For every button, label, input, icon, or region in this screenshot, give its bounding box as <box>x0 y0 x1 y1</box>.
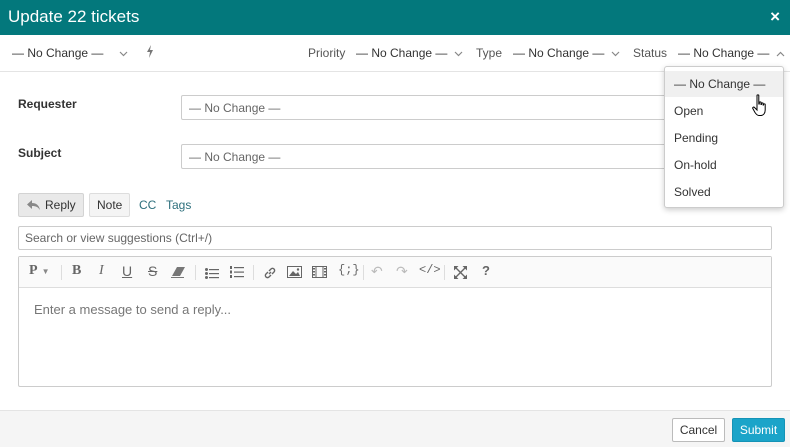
image-icon[interactable] <box>287 266 302 281</box>
tags-link[interactable]: Tags <box>166 198 191 212</box>
toolbar-divider <box>195 265 196 280</box>
hand-pointer-icon <box>752 94 768 121</box>
requester-label: Requester <box>18 97 77 111</box>
status-label: Status <box>633 46 668 60</box>
link-icon[interactable] <box>263 266 277 283</box>
reply-arrow-icon <box>27 200 41 214</box>
toolbar-divider <box>253 265 254 280</box>
chevron-down-icon <box>454 49 463 60</box>
dialog-footer: Cancel Submit <box>0 410 790 447</box>
dialog-header: Update 22 tickets × <box>0 0 790 35</box>
macro-select-value: — No Change — <box>12 46 104 60</box>
reply-editor: P ▼ B I U S {;} ↶ ↷ </> ? Enter a messag… <box>18 256 772 387</box>
cancel-button[interactable]: Cancel <box>672 418 725 442</box>
paragraph-format-button[interactable]: P ▼ <box>29 263 49 279</box>
toolbar-divider <box>363 265 364 280</box>
editor-toolbar: P ▼ B I U S {;} ↶ ↷ </> ? <box>19 257 771 288</box>
bold-icon[interactable]: B <box>72 263 81 279</box>
lightning-icon[interactable] <box>146 45 154 61</box>
underline-icon[interactable]: U <box>122 263 132 279</box>
note-button[interactable]: Note <box>89 193 130 217</box>
source-code-icon[interactable]: </> <box>419 263 441 277</box>
status-option-pending[interactable]: Pending <box>665 125 783 151</box>
reply-message-input[interactable]: Enter a message to send a reply... <box>19 288 771 331</box>
video-icon[interactable] <box>312 266 327 281</box>
numbered-list-icon[interactable] <box>230 266 244 281</box>
status-select-value: — No Change — <box>678 46 770 60</box>
macro-select[interactable]: — No Change — <box>12 46 128 60</box>
chevron-down-icon <box>611 49 620 60</box>
eraser-icon[interactable] <box>171 266 186 281</box>
bullet-list-icon[interactable] <box>205 267 219 282</box>
italic-icon[interactable]: I <box>99 263 104 279</box>
type-select[interactable]: — No Change — <box>513 46 620 60</box>
priority-label: Priority <box>308 46 346 60</box>
priority-select-value: — No Change — <box>356 46 448 60</box>
reply-button[interactable]: Reply <box>18 193 84 217</box>
close-icon[interactable]: × <box>770 7 780 27</box>
submit-button[interactable]: Submit <box>732 418 785 442</box>
type-select-value: — No Change — <box>513 46 605 60</box>
help-icon[interactable]: ? <box>482 263 490 278</box>
paragraph-format-label: P <box>29 263 38 278</box>
fullscreen-icon[interactable] <box>454 266 467 282</box>
priority-select[interactable]: — No Change — <box>356 46 463 60</box>
subject-label: Subject <box>18 146 62 160</box>
status-dropdown-menu: — No Change — Open Pending On-hold Solve… <box>664 66 784 208</box>
status-select[interactable]: — No Change — <box>678 46 785 60</box>
chevron-down-icon <box>119 49 128 60</box>
chevron-down-icon: ▼ <box>41 267 50 276</box>
toolbar-divider <box>444 265 445 280</box>
status-option-solved[interactable]: Solved <box>665 179 783 205</box>
status-option-on-hold[interactable]: On-hold <box>665 152 783 178</box>
dialog-title: Update 22 tickets <box>8 7 140 26</box>
type-label: Type <box>476 46 503 60</box>
cc-link[interactable]: CC <box>139 198 156 212</box>
chevron-up-icon <box>776 49 785 60</box>
suggestions-search-input[interactable]: Search or view suggestions (Ctrl+/) <box>18 226 772 250</box>
redo-icon[interactable]: ↷ <box>396 263 408 280</box>
reply-button-label: Reply <box>45 198 76 212</box>
strikethrough-icon[interactable]: S <box>148 263 157 279</box>
toolbar-divider <box>61 265 62 280</box>
undo-icon[interactable]: ↶ <box>371 263 383 280</box>
placeholder-icon[interactable]: {;} <box>338 263 360 277</box>
